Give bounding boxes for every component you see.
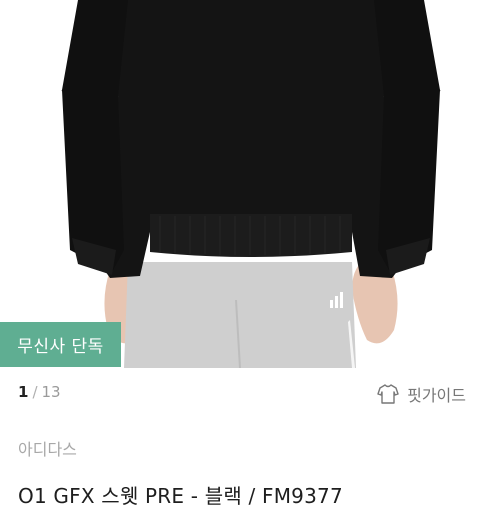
pager-total: 13 (41, 383, 61, 401)
sweater-icon (377, 383, 399, 405)
brand-name[interactable]: 아디다스 (18, 436, 77, 460)
pager-current: 1 (18, 383, 29, 401)
fit-guide-label: 핏가이드 (407, 386, 466, 405)
fit-guide-button[interactable]: 핏가이드 (377, 380, 466, 408)
image-pager: 1/13 (18, 383, 61, 401)
product-image[interactable] (0, 0, 502, 368)
exclusive-badge: 무신사 단독 (0, 322, 121, 367)
product-title: O1 GFX 스웻 PRE - 블랙 / FM9377 (18, 484, 343, 508)
pager-separator: / (32, 383, 38, 401)
